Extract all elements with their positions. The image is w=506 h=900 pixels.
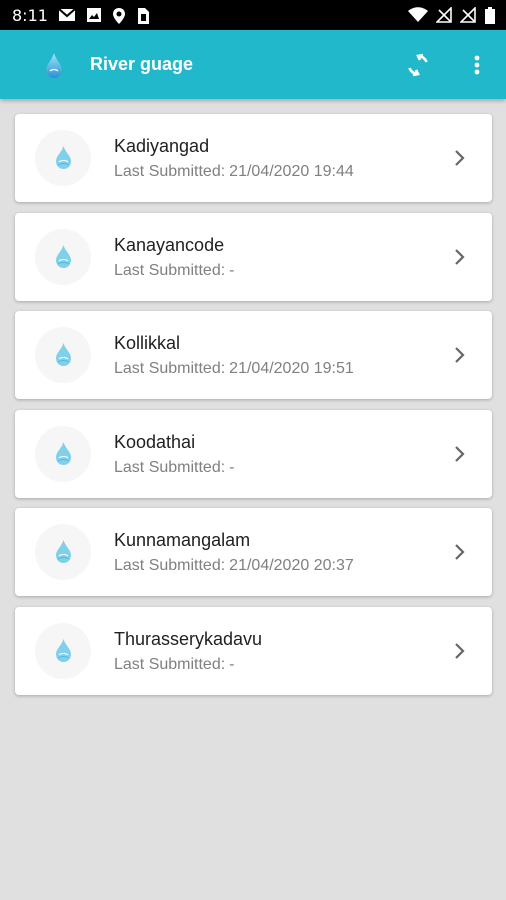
battery-icon (485, 7, 495, 24)
more-vert-icon[interactable] (466, 51, 488, 79)
last-submitted-label: Last Submitted: (114, 557, 226, 575)
station-last-submitted: Last Submitted: 21/04/2020 19:44 (114, 163, 354, 181)
wifi-icon (408, 7, 428, 22)
gmail-icon (58, 8, 76, 21)
station-name: Kanayancode (114, 234, 225, 255)
water-drop-icon (56, 343, 71, 367)
no-signal-icon (460, 7, 476, 23)
station-list: Kadiyangad Last Submitted: 21/04/2020 19:… (15, 114, 492, 706)
sim-icon (138, 8, 149, 24)
last-submitted-value: - (229, 458, 235, 476)
app-title: River guage (90, 54, 194, 74)
last-submitted-value: - (229, 655, 235, 673)
last-submitted-value: - (229, 261, 235, 279)
chevron-right-icon (455, 150, 465, 166)
station-name: Kadiyangad (114, 136, 210, 156)
station-card[interactable]: Thurasserykadavu Last Submitted: - (15, 606, 492, 695)
no-signal-icon (436, 7, 452, 23)
station-card[interactable]: Kollikkal Last Submitted: 21/04/2020 19:5… (15, 311, 492, 400)
station-card[interactable]: Koodathai Last Submitted: - (15, 409, 492, 498)
station-last-submitted: Last Submitted: - (114, 262, 235, 280)
refresh-icon[interactable] (404, 51, 432, 79)
station-avatar (35, 622, 91, 679)
last-submitted-label: Last Submitted: (114, 458, 226, 476)
last-submitted-label: Last Submitted: (114, 360, 226, 378)
app-bar: River guage (0, 30, 506, 99)
chevron-right-icon (455, 643, 465, 659)
chevron-right-icon (455, 446, 465, 462)
water-drop-icon (56, 540, 71, 564)
last-submitted-value: 21/04/2020 20:37 (229, 557, 354, 575)
last-submitted-label: Last Submitted: (114, 261, 226, 279)
last-submitted-label: Last Submitted: (114, 163, 226, 180)
station-avatar (35, 425, 91, 482)
station-name: Kollikkal (114, 333, 181, 354)
system-icons (408, 7, 496, 25)
station-last-submitted: Last Submitted: - (114, 459, 235, 477)
station-last-submitted: Last Submitted: 21/04/2020 19:51 (114, 360, 354, 378)
image-icon (87, 8, 101, 22)
station-avatar (35, 327, 91, 384)
station-avatar (35, 130, 91, 186)
status-bar: 8:11 (0, 0, 506, 30)
last-submitted-label: Last Submitted: (114, 655, 226, 673)
station-last-submitted: Last Submitted: 21/04/2020 20:37 (114, 557, 354, 575)
chevron-right-icon (455, 347, 465, 363)
water-drop-icon (56, 638, 71, 662)
last-submitted-value: 21/04/2020 19:51 (229, 360, 354, 378)
station-last-submitted: Last Submitted: - (114, 656, 235, 674)
water-drop-icon (46, 53, 62, 78)
chevron-right-icon (455, 248, 465, 265)
water-drop-icon (56, 244, 71, 268)
station-card[interactable]: Kadiyangad Last Submitted: 21/04/2020 19:… (15, 114, 492, 202)
station-card[interactable]: Kunnamangalam Last Submitted: 21/04/2020 … (15, 508, 492, 597)
location-icon (113, 8, 125, 24)
station-card[interactable]: Kanayancode Last Submitted: - (15, 212, 492, 301)
chevron-right-icon (455, 544, 465, 561)
status-time: 8:11 (12, 6, 48, 25)
station-name: Thurasserykadavu (114, 628, 263, 649)
station-name: Koodathai (114, 431, 196, 452)
notification-icons (58, 7, 150, 25)
water-drop-icon (56, 146, 71, 169)
station-avatar (35, 524, 91, 581)
last-submitted-value: 21/04/2020 19:44 (229, 163, 354, 180)
station-name: Kunnamangalam (114, 530, 251, 551)
station-avatar (35, 228, 91, 285)
water-drop-icon (56, 441, 71, 465)
